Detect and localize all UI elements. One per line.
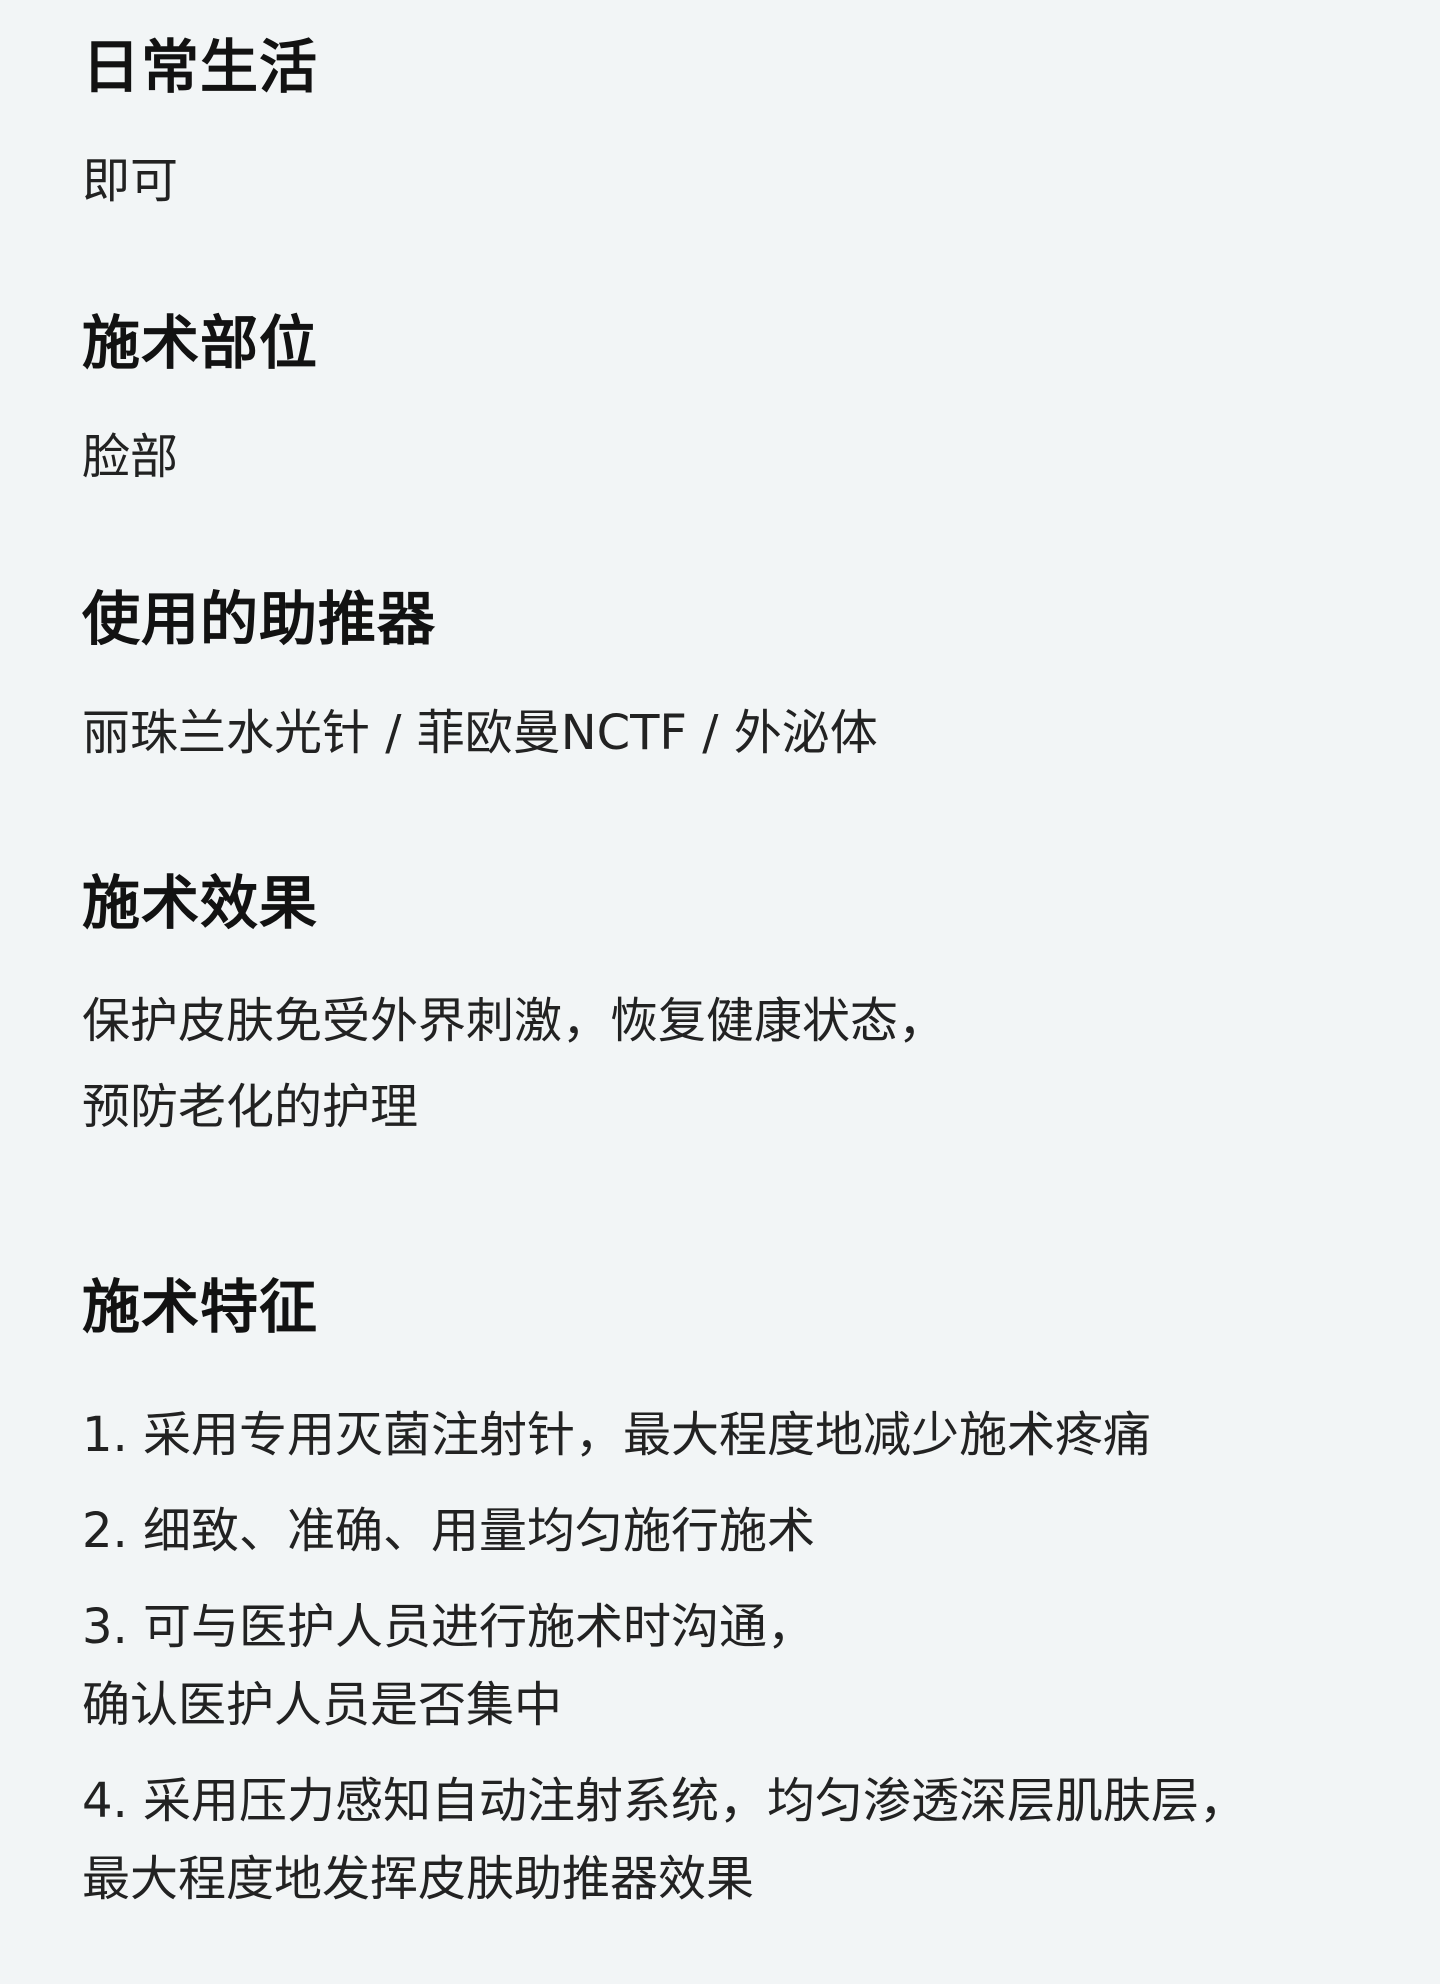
section-features: 施术特征 1. 采用专用灭菌注射针，最大程度地减少施术疼痛 2. 细致、准确、用…	[82, 1270, 1400, 1918]
feature-line: 确认医护人员是否集中	[82, 1677, 563, 1733]
feature-item: 4. 采用压力感知自动注射系统，均匀渗透深层肌肤层， 最大程度地发挥皮肤助推器效…	[82, 1762, 1400, 1918]
section-body: 保护皮肤免受外界刺激，恢复健康状态， 预防老化的护理	[82, 978, 1400, 1150]
effect-line: 保护皮肤免受外界刺激，恢复健康状态，	[82, 993, 947, 1049]
section-heading: 使用的助推器	[82, 585, 437, 653]
section-heading: 施术部位	[82, 309, 319, 377]
feature-item: 1. 采用专用灭菌注射针，最大程度地减少施术疼痛	[82, 1396, 1400, 1474]
section-boosters: 使用的助推器 丽珠兰水光针 / 菲欧曼NCTF / 外泌体	[82, 582, 1400, 776]
feature-item: 2. 细致、准确、用量均匀施行施术	[82, 1492, 1400, 1570]
feature-line: 2. 细致、准确、用量均匀施行施术	[82, 1503, 816, 1559]
feature-list: 1. 采用专用灭菌注射针，最大程度地减少施术疼痛 2. 细致、准确、用量均匀施行…	[82, 1396, 1400, 1918]
section-body: 丽珠兰水光针 / 菲欧曼NCTF / 外泌体	[82, 705, 878, 761]
feature-line: 最大程度地发挥皮肤助推器效果	[82, 1851, 755, 1907]
page: 日常生活 即可 施术部位 脸部 使用的助推器 丽珠兰水光针 / 菲欧曼NCTF …	[0, 0, 1440, 1984]
feature-line: 1. 采用专用灭菌注射针，最大程度地减少施术疼痛	[82, 1407, 1152, 1463]
section-heading: 施术效果	[82, 869, 319, 937]
feature-line: 4. 采用压力感知自动注射系统，均匀渗透深层肌肤层，	[82, 1773, 1248, 1829]
section-heading: 施术特征	[82, 1273, 319, 1341]
section-daily-life: 日常生活 即可	[82, 30, 1400, 224]
section-heading: 日常生活	[82, 33, 319, 101]
section-effects: 施术效果 保护皮肤免受外界刺激，恢复健康状态， 预防老化的护理	[82, 866, 1400, 1150]
section-body: 脸部	[82, 429, 179, 485]
feature-item: 3. 可与医护人员进行施术时沟通， 确认医护人员是否集中	[82, 1588, 1400, 1744]
effect-line: 预防老化的护理	[82, 1079, 419, 1135]
feature-line: 3. 可与医护人员进行施术时沟通，	[82, 1599, 816, 1655]
section-body: 即可	[82, 153, 179, 209]
section-treatment-area: 施术部位 脸部	[82, 306, 1400, 500]
